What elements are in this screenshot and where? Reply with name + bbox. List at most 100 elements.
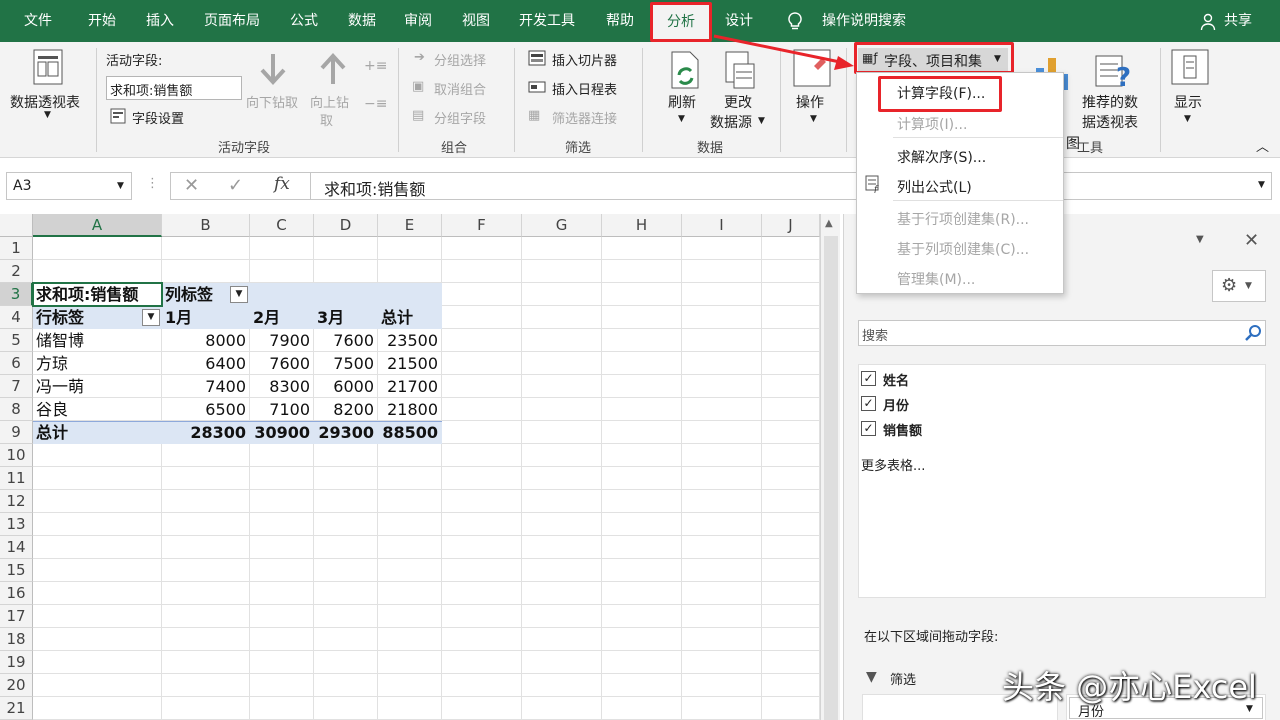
field-checkbox[interactable]: ✓: [861, 421, 876, 436]
refresh-chevron-down-icon[interactable]: ▼: [678, 114, 685, 124]
recommended-pivot-button[interactable]: 推荐的数: [1082, 92, 1138, 112]
row-header[interactable]: 10: [0, 444, 33, 467]
row-header[interactable]: 17: [0, 605, 33, 628]
worksheet-grid[interactable]: ABCDEFGHIJ 1 2 3 4 5 6 7 8 9 10 11 12 13 14 15 16 17 18 19…: [0, 214, 820, 720]
collapse-field-icon[interactable]: −≡: [364, 96, 387, 112]
column-header[interactable]: G: [522, 214, 602, 237]
drill-up-button[interactable]: 向上钻: [310, 92, 349, 111]
collapse-ribbon-icon[interactable]: ︿: [1256, 136, 1269, 155]
value-cell[interactable]: 7400: [165, 375, 249, 398]
show-button[interactable]: 显示: [1174, 92, 1202, 112]
row-header[interactable]: 2: [0, 260, 33, 283]
row-label[interactable]: 储智博: [36, 329, 161, 352]
change-source-chevron-down-icon[interactable]: ▼: [758, 116, 765, 126]
vertical-scrollbar[interactable]: ▲: [820, 214, 840, 720]
value-cell[interactable]: 8300: [253, 375, 313, 398]
tab-home[interactable]: 开始: [76, 0, 128, 42]
grand-total-cell[interactable]: 28300: [165, 421, 249, 444]
value-cell[interactable]: 8000: [165, 329, 249, 352]
value-cell[interactable]: 7900: [253, 329, 313, 352]
cancel-icon[interactable]: ✕: [184, 175, 199, 196]
row-header[interactable]: 4: [0, 306, 33, 329]
row-header[interactable]: 11: [0, 467, 33, 490]
row-header[interactable]: 9: [0, 421, 33, 444]
pivot-table-button[interactable]: 数据透视表: [10, 92, 80, 112]
show-chevron-down-icon[interactable]: ▼: [1184, 114, 1191, 124]
group-selection-button[interactable]: 分组选择: [434, 50, 486, 69]
row-header[interactable]: 7: [0, 375, 33, 398]
menu-solve-order[interactable]: 求解次序(S)...: [897, 147, 986, 167]
row-header[interactable]: 6: [0, 352, 33, 375]
value-cell[interactable]: 21700: [381, 375, 441, 398]
value-cell[interactable]: 6500: [165, 398, 249, 421]
pane-settings-button[interactable]: ⚙ ▼: [1212, 270, 1266, 302]
expand-formula-chevron-down-icon[interactable]: ▼: [1258, 180, 1265, 190]
scroll-up-icon[interactable]: ▲: [825, 218, 833, 229]
field-search-input[interactable]: 搜索: [858, 320, 1266, 346]
grand-total-cell[interactable]: 29300: [317, 421, 377, 444]
month-header[interactable]: 1月: [165, 306, 249, 329]
column-header[interactable]: B: [162, 214, 250, 237]
total-header[interactable]: 总计: [381, 306, 441, 329]
row-label[interactable]: 冯一萌: [36, 375, 161, 398]
row-label[interactable]: 方琼: [36, 352, 161, 375]
value-cell[interactable]: 8200: [317, 398, 377, 421]
tab-developer[interactable]: 开发工具: [508, 0, 586, 42]
row-header[interactable]: 19: [0, 651, 33, 674]
column-header[interactable]: J: [762, 214, 820, 237]
menu-list-formulas[interactable]: 列出公式(L): [897, 177, 972, 197]
column-header[interactable]: I: [682, 214, 762, 237]
column-header[interactable]: E: [378, 214, 442, 237]
menu-create-set-columns[interactable]: 基于列项创建集(C)...: [897, 239, 1029, 259]
row-header[interactable]: 5: [0, 329, 33, 352]
close-icon[interactable]: ✕: [1244, 230, 1259, 251]
column-header[interactable]: C: [250, 214, 314, 237]
name-box[interactable]: A3 ▼: [6, 172, 132, 200]
menu-create-set-rows[interactable]: 基于行项创建集(R)...: [897, 209, 1029, 229]
tab-formulas[interactable]: 公式: [278, 0, 330, 42]
value-cell[interactable]: 7600: [253, 352, 313, 375]
value-cell[interactable]: 6000: [317, 375, 377, 398]
grand-total-cell[interactable]: 88500: [381, 421, 441, 444]
month-header[interactable]: 3月: [317, 306, 377, 329]
tab-file[interactable]: 文件: [14, 0, 62, 42]
tab-insert[interactable]: 插入: [134, 0, 186, 42]
select-all-corner[interactable]: [0, 214, 33, 237]
chevron-down-icon[interactable]: ▼: [44, 110, 51, 120]
value-cell[interactable]: 6400: [165, 352, 249, 375]
tab-page-layout[interactable]: 页面布局: [196, 0, 268, 42]
drill-down-button[interactable]: 向下钻取: [246, 92, 298, 111]
row-header[interactable]: 16: [0, 582, 33, 605]
tab-review[interactable]: 审阅: [392, 0, 444, 42]
refresh-button[interactable]: 刷新: [668, 92, 696, 112]
row-header[interactable]: 8: [0, 398, 33, 421]
row-header[interactable]: 15: [0, 559, 33, 582]
filter-dropdown-icon[interactable]: ▼: [142, 309, 160, 326]
value-cell[interactable]: 21500: [381, 352, 441, 375]
field-settings-button[interactable]: 字段设置: [132, 108, 184, 127]
grand-total-label[interactable]: 总计: [36, 421, 161, 444]
insert-function-icon[interactable]: fx: [274, 174, 290, 194]
menu-manage-sets[interactable]: 管理集(M)...: [897, 269, 975, 289]
filter-connections-button[interactable]: 筛选器连接: [552, 108, 617, 127]
column-header[interactable]: D: [314, 214, 378, 237]
expand-field-icon[interactable]: +≡: [364, 58, 387, 74]
group-field-button[interactable]: 分组字段: [434, 108, 486, 127]
scroll-thumb[interactable]: [824, 236, 838, 720]
row-header[interactable]: 14: [0, 536, 33, 559]
row-header[interactable]: 12: [0, 490, 33, 513]
field-checkbox[interactable]: ✓: [861, 396, 876, 411]
menu-calculated-item[interactable]: 计算项(I)...: [897, 114, 967, 134]
tab-view[interactable]: 视图: [450, 0, 502, 42]
field-checkbox[interactable]: ✓: [861, 371, 876, 386]
pane-options-chevron-down-icon[interactable]: ▼: [1196, 234, 1204, 245]
row-header[interactable]: 1: [0, 237, 33, 260]
active-field-input[interactable]: 求和项:销售额: [106, 76, 242, 100]
filter-dropdown-icon[interactable]: ▼: [230, 286, 248, 303]
actions-button[interactable]: 操作: [796, 92, 824, 112]
formula-input[interactable]: 求和项:销售额: [324, 176, 425, 200]
actions-chevron-down-icon[interactable]: ▼: [810, 114, 817, 124]
ungroup-button[interactable]: 取消组合: [434, 79, 486, 98]
insert-timeline-button[interactable]: 插入日程表: [552, 79, 617, 98]
row-header[interactable]: 21: [0, 697, 33, 720]
